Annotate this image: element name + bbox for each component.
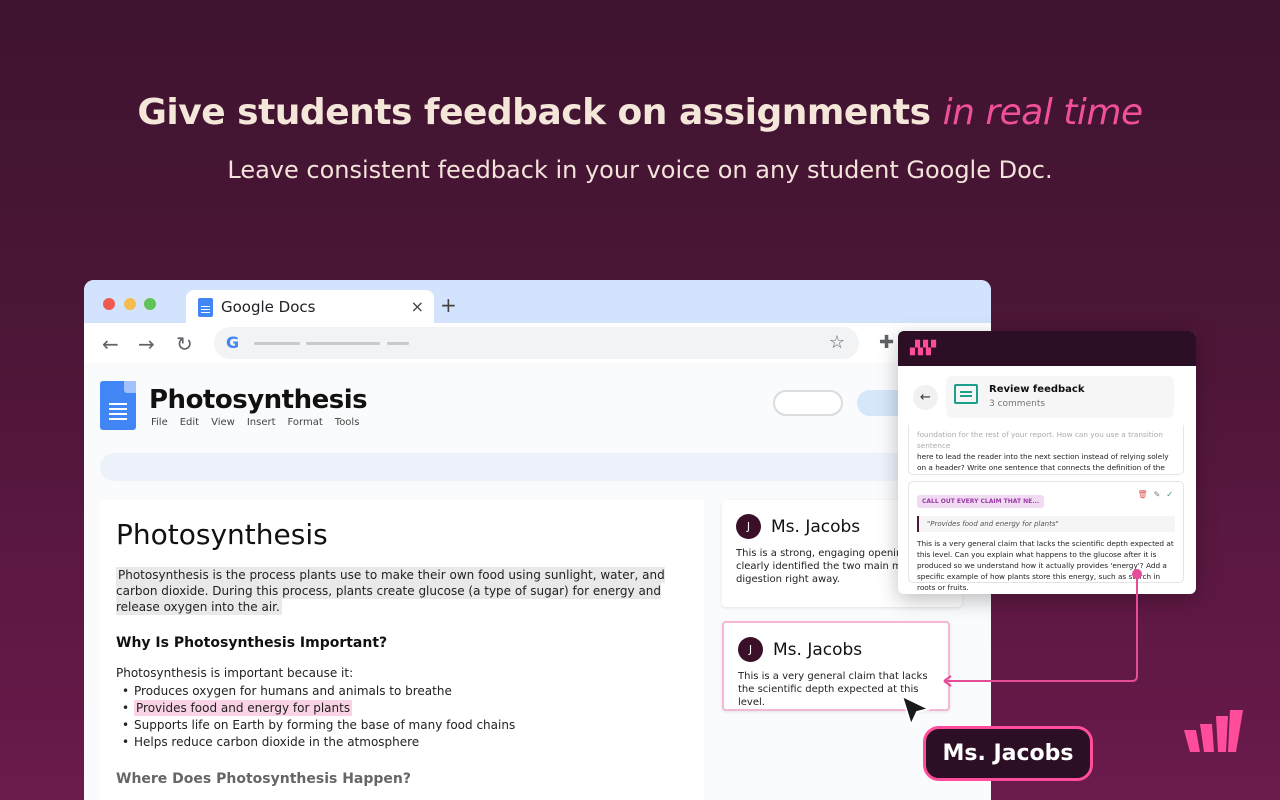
mouse-cursor-icon	[901, 695, 930, 726]
cursor-name-badge: Ms. Jacobs	[923, 726, 1093, 781]
connector-line	[943, 574, 1138, 687]
brand-logo-icon	[1184, 710, 1243, 752]
